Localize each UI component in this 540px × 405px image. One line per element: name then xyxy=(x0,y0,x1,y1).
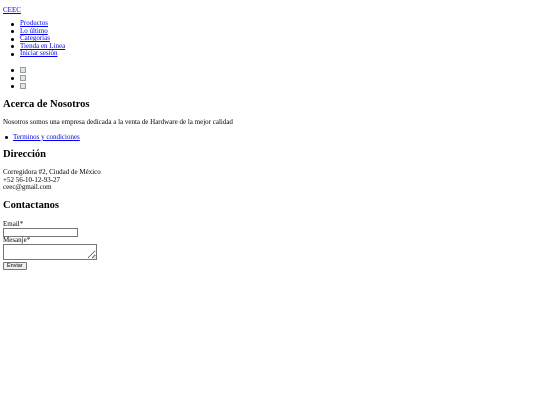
address-email: ceec@gmail.com xyxy=(3,183,52,191)
nav-item-iniciar-sesion: Iniciar sesión xyxy=(10,50,65,58)
message-label: Mesanje* xyxy=(3,236,31,244)
nav-link-iniciar-sesion[interactable]: Iniciar sesión xyxy=(20,49,58,58)
about-title: Acerca de Nosotros xyxy=(3,99,90,110)
image-list xyxy=(10,66,26,90)
message-textarea[interactable] xyxy=(3,244,97,260)
address-title: Dirección xyxy=(3,149,46,160)
terms-link[interactable]: Terminos y condiciones xyxy=(13,133,80,141)
broken-image-icon[interactable] xyxy=(20,66,26,73)
image-list-item xyxy=(10,82,26,90)
broken-image-icon[interactable] xyxy=(20,82,26,89)
contact-title: Contactanos xyxy=(3,200,60,211)
image-list-item xyxy=(10,66,26,74)
about-links: Terminos y condiciones xyxy=(3,133,80,141)
email-label: Email* xyxy=(3,220,24,228)
image-list-item xyxy=(10,74,26,82)
brand-link[interactable]: CEEC xyxy=(3,6,21,14)
main-nav: Productos Lo último Categorias Tienda en… xyxy=(10,19,65,58)
terms-item: Terminos y condiciones xyxy=(3,133,80,141)
submit-button[interactable]: Enviar xyxy=(3,262,27,270)
about-text: Nosotros somos una empresa dedicada a la… xyxy=(3,118,233,126)
broken-image-icon[interactable] xyxy=(20,74,26,81)
